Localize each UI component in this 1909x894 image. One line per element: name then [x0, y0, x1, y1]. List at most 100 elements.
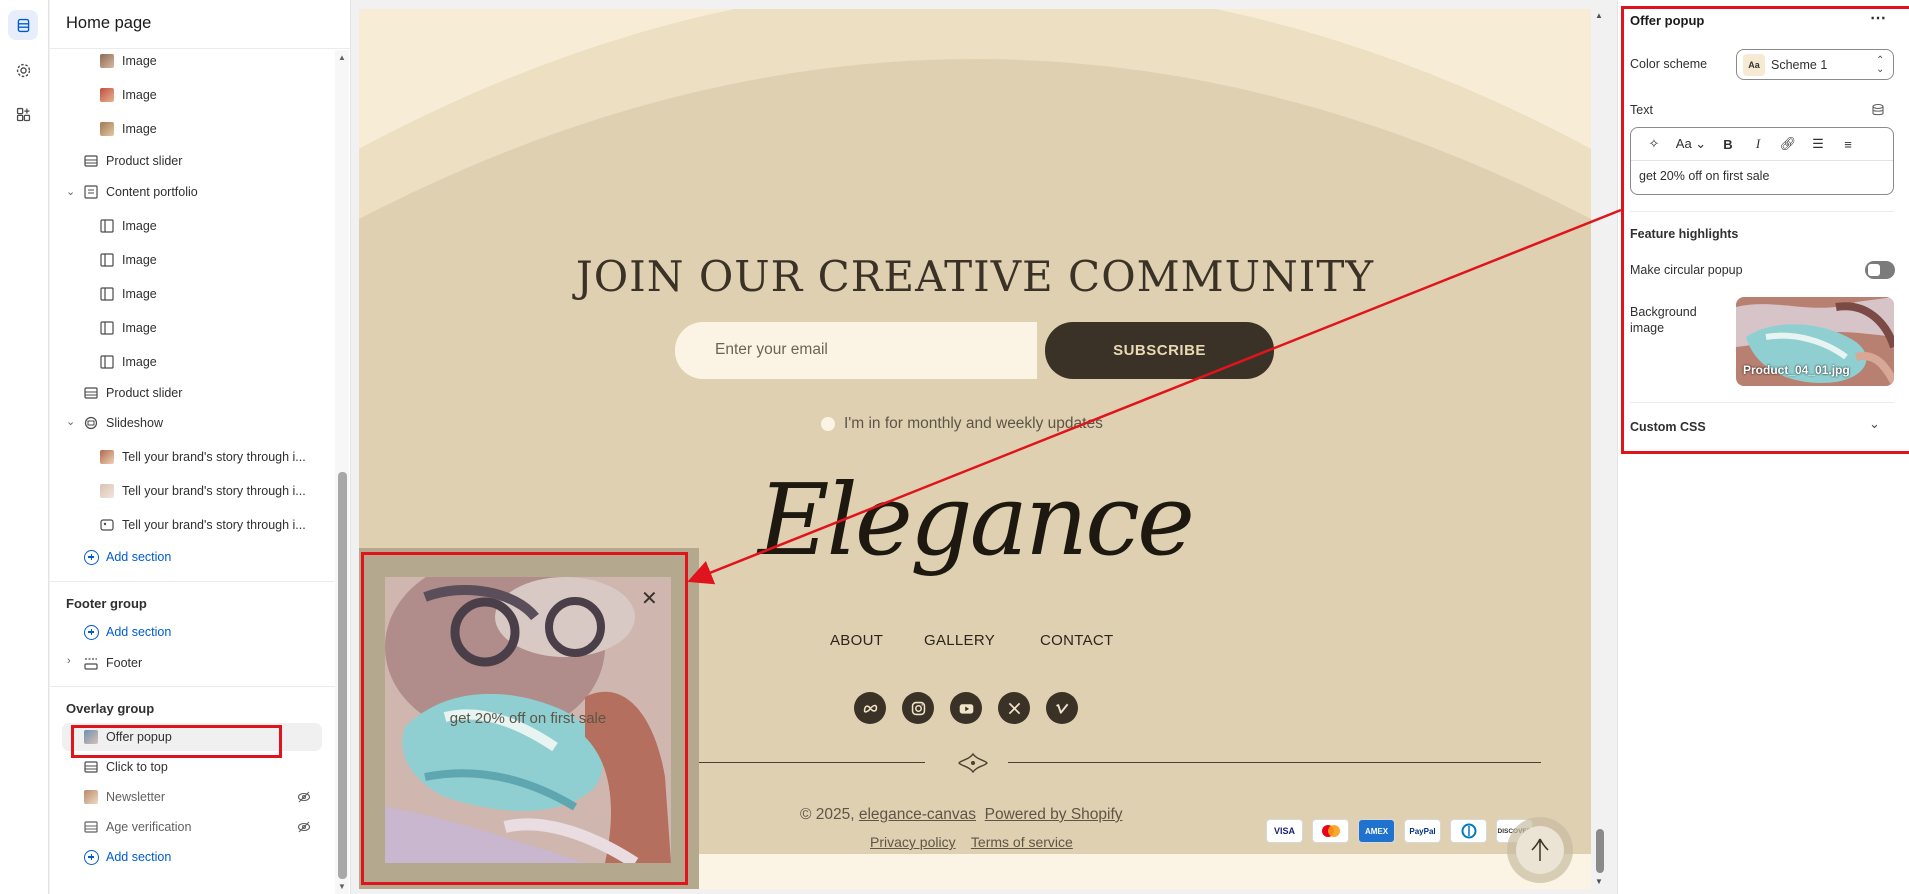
- tree-item-image[interactable]: Image: [100, 211, 157, 241]
- more-options-icon[interactable]: ⋯: [1870, 8, 1887, 28]
- tree-item-image[interactable]: Image: [100, 313, 157, 343]
- panel-scrollbar[interactable]: ▲ ▼: [335, 50, 349, 894]
- tree-item-label: Slideshow: [106, 416, 163, 430]
- email-input[interactable]: Enter your email: [675, 322, 1037, 379]
- block-icon: [100, 219, 114, 233]
- tree-item-image[interactable]: Image: [100, 279, 157, 309]
- tree-item-slide[interactable]: Tell your brand's story through i...: [100, 510, 306, 540]
- scroll-down-icon[interactable]: ▼: [338, 882, 346, 891]
- tree-item-label: Image: [122, 54, 157, 68]
- subscribe-button[interactable]: SUBSCRIBE: [1045, 322, 1274, 379]
- footer-group-title: Footer group: [66, 596, 147, 611]
- nav-link-contact[interactable]: CONTACT: [1040, 632, 1113, 649]
- terms-of-service-link[interactable]: Terms of service: [971, 834, 1073, 850]
- meta-icon[interactable]: [854, 692, 886, 724]
- tree-item-label: Age verification: [106, 820, 192, 834]
- eye-hidden-icon[interactable]: [297, 820, 311, 834]
- scroll-up-icon[interactable]: ▲: [1595, 11, 1603, 20]
- store-link[interactable]: elegance-canvas: [859, 806, 976, 823]
- tree-item-slide[interactable]: Tell your brand's story through i...: [100, 476, 306, 506]
- vimeo-icon[interactable]: [1046, 692, 1078, 724]
- tree-item-image[interactable]: Image: [100, 245, 157, 275]
- visa-icon: VISA: [1266, 819, 1303, 843]
- circular-popup-label: Make circular popup: [1630, 263, 1743, 277]
- close-icon[interactable]: ✕: [641, 589, 658, 609]
- policy-links: Privacy policy Terms of service: [870, 834, 1073, 850]
- eye-hidden-icon[interactable]: [297, 790, 311, 804]
- tree-item-image[interactable]: Image: [100, 347, 157, 377]
- background-image-filename: Product_04_01.jpg: [1743, 363, 1850, 377]
- italic-icon[interactable]: I: [1743, 136, 1773, 152]
- block-icon: [100, 355, 114, 369]
- tree-item-click-to-top[interactable]: Click to top: [84, 752, 168, 782]
- chevron-down-icon[interactable]: ⌄: [66, 415, 75, 428]
- copyright-text: © 2025,: [800, 806, 855, 823]
- powered-by-link[interactable]: Powered by Shopify: [985, 806, 1123, 823]
- rich-text-editor: ✧ Aa ⌄ B I 🔗︎ ☰ ≡ get 20% off on first s…: [1630, 127, 1894, 195]
- ai-sparkle-icon[interactable]: ✧: [1639, 136, 1669, 152]
- tree-item-newsletter[interactable]: Newsletter: [84, 782, 165, 812]
- youtube-icon[interactable]: [950, 692, 982, 724]
- privacy-policy-link[interactable]: Privacy policy: [870, 834, 956, 850]
- back-to-top-button[interactable]: [1516, 826, 1564, 874]
- apps-icon[interactable]: [8, 99, 38, 129]
- paypal-icon: PayPal: [1404, 819, 1441, 843]
- tree-item-footer[interactable]: Footer: [84, 648, 142, 678]
- nav-link-gallery[interactable]: GALLERY: [924, 632, 995, 649]
- gear-icon[interactable]: [8, 55, 38, 85]
- scroll-up-icon[interactable]: ▲: [338, 53, 346, 62]
- tree-item-age-verification[interactable]: Age verification: [84, 812, 191, 842]
- email-placeholder: Enter your email: [715, 341, 828, 358]
- instagram-icon[interactable]: [902, 692, 934, 724]
- link-icon[interactable]: 🔗︎: [1773, 136, 1803, 152]
- scroll-down-icon[interactable]: ▼: [1595, 877, 1603, 886]
- chevron-right-icon[interactable]: ›: [67, 655, 71, 667]
- tree-item-offer-popup[interactable]: Offer popup: [84, 722, 172, 752]
- overlay-group-title: Overlay group: [66, 701, 155, 716]
- scrollbar-thumb[interactable]: [1596, 829, 1604, 873]
- chevron-down-icon[interactable]: ⌄: [1869, 416, 1880, 432]
- bold-icon[interactable]: B: [1713, 137, 1743, 152]
- tree-item-content-portfolio[interactable]: Content portfolio: [84, 177, 198, 207]
- add-section-button[interactable]: Add section: [84, 617, 171, 647]
- text-style-dropdown[interactable]: Aa ⌄: [1669, 136, 1713, 152]
- bullet-list-icon[interactable]: ☰: [1803, 136, 1833, 152]
- chevron-down-icon[interactable]: ⌄: [66, 185, 75, 198]
- custom-css-title[interactable]: Custom CSS: [1630, 420, 1706, 434]
- app-rail: [0, 0, 49, 894]
- rte-content[interactable]: get 20% off on first sale: [1631, 161, 1893, 191]
- text-label: Text: [1630, 103, 1653, 117]
- background-image-picker[interactable]: Product_04_01.jpg: [1736, 297, 1894, 386]
- color-scheme-select[interactable]: Aa Scheme 1 ⌃ ⌄: [1736, 49, 1894, 80]
- scheme-swatch-icon: Aa: [1743, 53, 1765, 76]
- radio-button[interactable]: [821, 417, 835, 431]
- tree-item-image[interactable]: Image: [100, 114, 157, 144]
- sections-icon[interactable]: [8, 10, 38, 40]
- preview-scrollbar[interactable]: ▲ ▼: [1593, 9, 1607, 889]
- tree-item-label: Tell your brand's story through i...: [122, 484, 306, 498]
- x-icon[interactable]: [998, 692, 1030, 724]
- scrollbar-thumb[interactable]: [338, 472, 347, 879]
- block-icon: [100, 253, 114, 267]
- slide-thumbnail: [100, 450, 114, 464]
- section-icon: [84, 387, 98, 399]
- block-icon: [100, 287, 114, 301]
- consent-option[interactable]: I'm in for monthly and weekly updates: [821, 415, 1103, 433]
- page-title: Home page: [66, 14, 152, 32]
- add-section-button[interactable]: Add section: [84, 842, 171, 872]
- section-icon: [84, 185, 98, 199]
- dynamic-source-icon[interactable]: [1871, 103, 1885, 117]
- tree-item-image[interactable]: Image: [100, 46, 157, 76]
- tree-item-product-slider[interactable]: Product slider: [84, 146, 182, 176]
- tree-item-slideshow[interactable]: Slideshow: [84, 408, 163, 438]
- settings-panel: Offer popup ⋯ Color scheme Aa Scheme 1 ⌃…: [1617, 0, 1909, 894]
- tree-item-product-slider[interactable]: Product slider: [84, 378, 182, 408]
- tree-item-slide[interactable]: Tell your brand's story through i...: [100, 442, 306, 472]
- add-section-button[interactable]: Add section: [84, 542, 171, 572]
- nav-link-about[interactable]: ABOUT: [830, 632, 883, 649]
- numbered-list-icon[interactable]: ≡: [1833, 137, 1863, 152]
- tree-item-image[interactable]: Image: [100, 80, 157, 110]
- add-section-label: Add section: [106, 550, 172, 564]
- circular-popup-toggle[interactable]: [1865, 261, 1895, 279]
- tree-item-label: Content portfolio: [106, 185, 198, 199]
